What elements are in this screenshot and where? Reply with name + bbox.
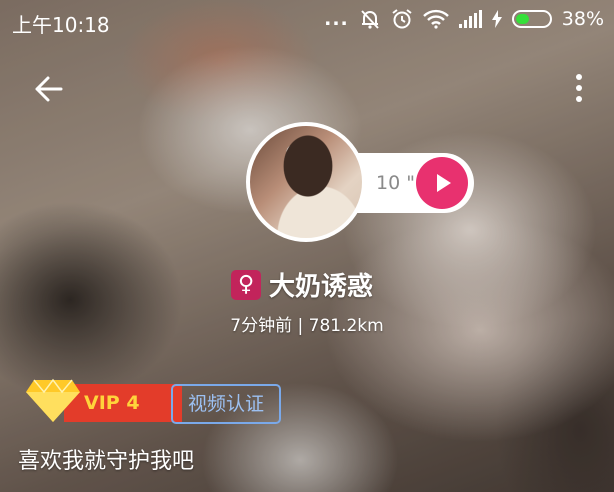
mute-bell-icon: [361, 10, 379, 29]
profile-slogan: 喜欢我就守护我吧: [18, 449, 195, 474]
arrow-left-icon[interactable]: [34, 74, 64, 104]
voice-duration: 10 ": [376, 172, 415, 194]
diamond-icon: [26, 378, 80, 422]
video-verified-badge: 视频认证: [171, 384, 281, 424]
last-active-distance: 7分钟前 | 781.2km: [230, 316, 384, 336]
vip-badge: VIP 4: [24, 376, 182, 426]
wifi-icon: [422, 9, 449, 29]
battery-percent: 38%: [561, 8, 604, 30]
user-name: 大奶诱惑: [269, 272, 374, 302]
status-icons: ... 38%: [324, 8, 604, 30]
name-row: ♀ 大奶诱惑: [231, 266, 373, 303]
play-button[interactable]: [416, 157, 468, 209]
signal-icon: [458, 10, 482, 28]
vip-label: VIP 4: [84, 392, 140, 414]
female-gender-icon: ♀: [231, 269, 261, 300]
more-vertical-icon[interactable]: [572, 74, 586, 106]
status-bar: 上午10:18 ... 38%: [0, 0, 614, 44]
profile-screen: 上午10:18 ... 38% 10 " ♀ 大奶诱惑 7分钟前 | 781.2…: [0, 0, 614, 492]
more-dots-indicator: ...: [324, 8, 349, 30]
play-icon: [437, 174, 451, 192]
battery-icon: [511, 10, 552, 28]
status-time: 上午10:18: [12, 13, 110, 37]
alarm-icon: [392, 9, 412, 29]
avatar[interactable]: [246, 122, 366, 242]
charging-icon: [491, 10, 502, 28]
